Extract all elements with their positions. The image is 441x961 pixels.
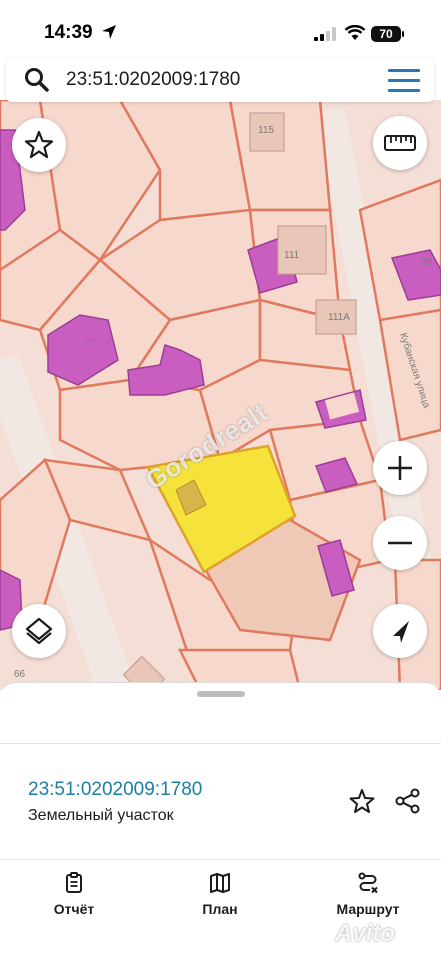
sheet-drag-handle[interactable] xyxy=(197,691,245,697)
avito-watermark: Avito xyxy=(335,920,395,947)
favorite-map-button[interactable] xyxy=(12,118,66,172)
tab-plan-label: План xyxy=(202,901,238,917)
layers-icon xyxy=(25,617,53,645)
zoom-out-button[interactable] xyxy=(373,516,427,570)
star-icon xyxy=(24,130,54,159)
search-input[interactable]: 23:51:0202009:1780 xyxy=(66,69,240,91)
zoom-in-button[interactable] xyxy=(373,441,427,495)
layers-button[interactable] xyxy=(12,604,66,658)
cadastral-map[interactable]: 115 111 96 111А 77 66 Кубанская улица Go… xyxy=(0,100,441,690)
search-icon[interactable] xyxy=(24,67,50,93)
house-number: 111А xyxy=(328,312,350,323)
report-icon xyxy=(66,872,82,893)
map-canvas[interactable]: 115 111 96 111А 77 66 Кубанская улица xyxy=(0,100,441,690)
status-time: 14:39 xyxy=(44,22,93,43)
ruler-button[interactable] xyxy=(373,116,427,170)
tab-report-label: Отчёт xyxy=(53,901,95,917)
navigation-arrow-icon xyxy=(393,621,409,643)
share-icon[interactable] xyxy=(394,787,422,815)
hamburger-line xyxy=(388,79,420,82)
route-icon xyxy=(358,872,378,894)
object-type: Земельный участок xyxy=(28,807,174,824)
favorite-star-icon[interactable] xyxy=(348,787,376,815)
map-plan-icon xyxy=(210,873,230,893)
minus-icon xyxy=(388,541,412,545)
my-location-button[interactable] xyxy=(373,604,427,658)
hamburger-line xyxy=(388,89,420,92)
hamburger-icon xyxy=(388,69,420,72)
house-number: 96 xyxy=(421,257,433,268)
divider xyxy=(0,859,441,860)
wifi-icon xyxy=(344,25,366,40)
plus-icon xyxy=(388,456,412,480)
cellular-signal-icon xyxy=(314,27,336,41)
house-number: 115 xyxy=(258,125,274,136)
house-number: 111 xyxy=(284,250,300,261)
battery-level: 70 xyxy=(371,26,401,42)
ruler-icon xyxy=(384,135,416,151)
house-number: 66 xyxy=(14,669,26,680)
menu-button[interactable] xyxy=(388,69,420,93)
tab-plan[interactable]: План xyxy=(160,871,280,931)
search-bar[interactable]: 23:51:0202009:1780 xyxy=(6,58,434,102)
house-number: 77 xyxy=(84,338,96,349)
divider xyxy=(0,743,441,744)
tab-route-label: Маршрут xyxy=(336,901,400,917)
tab-report[interactable]: Отчёт xyxy=(14,871,134,931)
location-arrow-icon xyxy=(102,25,116,39)
battery-icon xyxy=(402,31,404,37)
cadastral-number[interactable]: 23:51:0202009:1780 xyxy=(28,779,202,801)
status-bar: 14:39 70 xyxy=(0,0,441,56)
